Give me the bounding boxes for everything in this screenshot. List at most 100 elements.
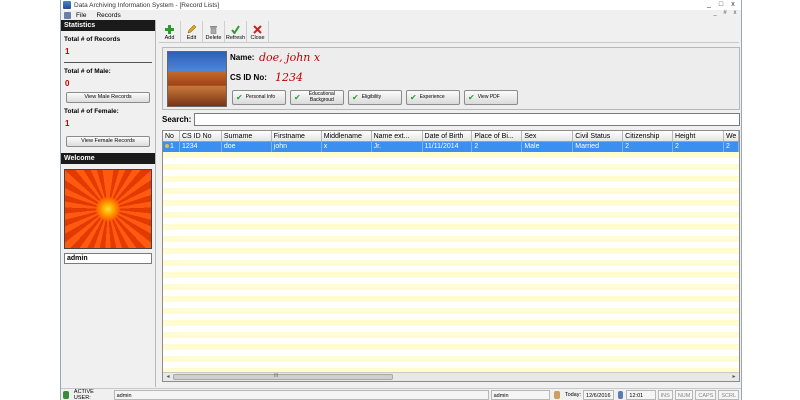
title-bar: Data Archiving Information System - [Rec…	[61, 0, 741, 10]
table-cell: Male	[522, 142, 574, 152]
edit-button[interactable]: Edit	[181, 21, 203, 42]
column-header[interactable]: CS ID No	[180, 131, 222, 141]
pencil-icon	[187, 25, 196, 34]
column-header[interactable]: Sex	[522, 131, 574, 141]
table-cell: 1	[163, 142, 180, 152]
total-male-value: 0	[65, 79, 70, 88]
table-cell: 11/11/2014	[423, 142, 473, 152]
total-records-label: Total # of Records	[64, 36, 121, 43]
cs-id-value: 1234	[275, 71, 303, 84]
column-header[interactable]: Height	[673, 131, 724, 141]
delete-label: Delete	[205, 35, 222, 41]
view-female-records-button[interactable]: View Female Records	[66, 136, 150, 147]
column-header[interactable]: Middlename	[322, 131, 372, 141]
personal-info-button[interactable]: ✔ Personal Info	[232, 90, 286, 105]
search-label: Search:	[162, 115, 192, 124]
delete-button[interactable]: Delete	[203, 21, 225, 42]
window-title: Data Archiving Information System - [Rec…	[74, 1, 220, 9]
column-header[interactable]: Citizenship	[623, 131, 674, 141]
search-input[interactable]	[194, 113, 740, 126]
close-button[interactable]: Close	[247, 21, 269, 42]
records-grid: No CS ID No Surname Firstname Middlename…	[162, 130, 740, 382]
educational-background-label: Educational Backgroud	[308, 91, 335, 103]
ins-indicator: INS	[657, 389, 673, 400]
total-female-value: 1	[65, 119, 70, 128]
row-indicator-icon	[165, 144, 169, 149]
experience-button[interactable]: ✔ Experience	[406, 90, 460, 105]
total-female-label: Total # of Female:	[64, 108, 119, 115]
personal-info-label: Personal Info	[245, 93, 276, 100]
table-cell: 2	[472, 142, 523, 152]
refresh-button[interactable]: Refresh	[225, 21, 247, 42]
total-records-value: 1	[65, 47, 70, 56]
table-cell: 2	[673, 142, 724, 152]
active-user-value: admin	[113, 389, 489, 400]
educational-background-button[interactable]: ✔ Educational Backgroud	[290, 90, 344, 105]
total-male-label: Total # of Male:	[64, 68, 111, 75]
child-close-button[interactable]: x	[731, 10, 739, 16]
column-header[interactable]: No	[163, 131, 180, 141]
username-field: admin	[64, 253, 152, 264]
refresh-label: Refresh	[225, 35, 246, 41]
app-icon	[63, 1, 71, 9]
column-header[interactable]: Name ext...	[372, 131, 423, 141]
child-restore-button[interactable]: #	[721, 10, 729, 16]
cs-id-label: CS ID No:	[230, 73, 267, 82]
status-bar: ACTIVE USER: admin admin Today: 12/6/201…	[61, 388, 741, 400]
num-indicator: NUM	[674, 389, 694, 400]
scroll-thumb[interactable]: III	[173, 373, 393, 380]
checkmark-icon: ✔	[468, 93, 475, 102]
column-header[interactable]: Place of Bi...	[472, 131, 523, 141]
checkmark-icon: ✔	[236, 93, 243, 102]
table-cell: 2	[724, 142, 739, 152]
eligibility-label: Eligibility	[361, 93, 382, 100]
child-window-controls: _ # x	[711, 10, 739, 16]
caps-indicator: CAPS	[695, 389, 717, 400]
minimize-button[interactable]: _	[703, 0, 715, 9]
close-label: Close	[250, 35, 265, 41]
horizontal-scrollbar[interactable]: ◂ III ▸	[163, 372, 739, 381]
today-value: 12/6/2016	[583, 389, 614, 400]
clock-icon	[617, 390, 624, 399]
eligibility-button[interactable]: ✔ Eligibility	[348, 90, 402, 105]
column-header[interactable]: Surname	[222, 131, 272, 141]
scroll-left-icon[interactable]: ◂	[164, 373, 172, 381]
scroll-grip: III	[274, 373, 279, 379]
view-pdf-label: View PDF	[477, 93, 500, 100]
maximize-button[interactable]: □	[715, 0, 727, 9]
calendar-icon	[553, 390, 560, 399]
table-cell: doe	[222, 142, 272, 152]
time-value: 12:01 PM	[626, 389, 656, 400]
menu-records[interactable]: Records	[91, 12, 125, 19]
profile-photo	[167, 51, 227, 107]
column-header[interactable]: Firstname	[272, 131, 322, 141]
grid-header: No CS ID No Surname Firstname Middlename…	[163, 131, 739, 142]
today-label: Today:	[564, 391, 582, 398]
user-cell: admin	[490, 389, 550, 400]
welcome-heading: Welcome	[61, 153, 155, 164]
close-window-button[interactable]: x	[727, 0, 739, 9]
view-male-records-button[interactable]: View Male Records	[66, 92, 150, 103]
view-pdf-button[interactable]: ✔ View PDF	[464, 90, 518, 105]
column-header[interactable]: Date of Birth	[423, 131, 473, 141]
child-minimize-button[interactable]: _	[711, 10, 719, 16]
table-row[interactable]: 1 1234 doe john x Jr. 11/11/2014 2 Male …	[163, 142, 739, 152]
document-icon	[64, 11, 71, 19]
trash-icon	[209, 25, 218, 34]
profile-tabs: ✔ Personal Info ✔ Educational Backgroud …	[232, 90, 518, 105]
table-cell: john	[272, 142, 322, 152]
table-cell: 1234	[180, 142, 222, 152]
statistics-heading: Statistics	[61, 20, 155, 31]
menu-file[interactable]: File	[71, 12, 91, 19]
add-label: Add	[164, 35, 175, 41]
window-controls: _ □ x	[703, 0, 739, 9]
add-button[interactable]: Add	[159, 21, 181, 42]
checkmark-icon: ✔	[352, 93, 359, 102]
menu-bar: File Records _ # x	[61, 10, 741, 20]
scroll-right-icon[interactable]: ▸	[730, 373, 738, 381]
experience-label: Experience	[419, 93, 445, 100]
profile-panel: Name: doe, john x CS ID No: 1234 ✔ Perso…	[162, 47, 740, 110]
table-cell: Jr.	[372, 142, 423, 152]
column-header[interactable]: Civil Status	[573, 131, 624, 141]
column-header[interactable]: We	[724, 131, 739, 141]
